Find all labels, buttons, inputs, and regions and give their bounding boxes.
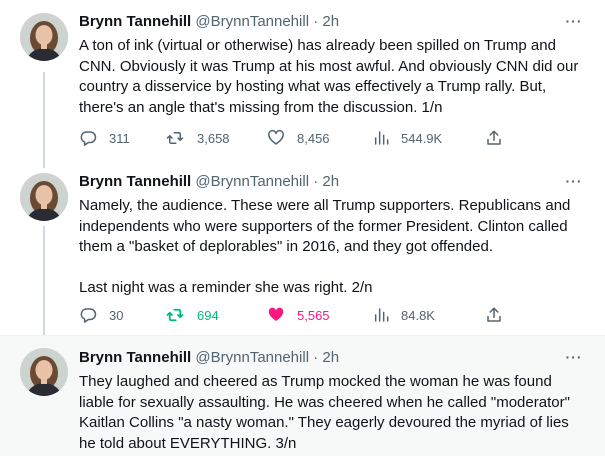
tweet-actions: 311 3,658 8,456 544.9K <box>79 128 519 148</box>
reply-button[interactable]: 311 <box>79 128 130 148</box>
views-chart-icon <box>374 131 389 145</box>
tweet-text: Namely, the audience. These were all Tru… <box>79 197 571 296</box>
tweet-text: They laughed and cheered as Trump mocked… <box>79 373 575 452</box>
tweet-2[interactable]: Brynn Tannehill @BrynnTannehill · 2h ···… <box>0 165 605 336</box>
avatar[interactable] <box>20 348 68 396</box>
separator-dot: · <box>313 173 319 190</box>
share-icon <box>487 307 501 322</box>
share-button[interactable] <box>485 128 503 148</box>
retweet-count: 3,658 <box>197 130 230 146</box>
tweet-text: A ton of ink (virtual or otherwise) has … <box>79 37 583 116</box>
views-button[interactable]: 84.8K <box>373 305 435 325</box>
author-name[interactable]: Brynn Tannehill <box>79 349 191 366</box>
like-count: 5,565 <box>297 307 330 323</box>
retweet-count: 694 <box>197 307 219 323</box>
retweet-button[interactable]: 3,658 <box>165 128 230 148</box>
tweet-3[interactable]: Brynn Tannehill @BrynnTannehill · 2h ···… <box>0 336 605 456</box>
reply-count: 30 <box>109 307 124 323</box>
more-options-icon[interactable]: ··· <box>565 350 583 370</box>
author-name[interactable]: Brynn Tannehill <box>79 173 191 190</box>
timestamp[interactable]: 2h <box>322 349 339 366</box>
view-count: 84.8K <box>401 307 435 323</box>
reply-count: 311 <box>109 130 130 146</box>
author-handle[interactable]: @BrynnTannehill <box>195 13 309 30</box>
heart-icon <box>268 129 284 145</box>
tweet-actions: 30 694 5,565 84.8K <box>79 305 519 325</box>
timestamp[interactable]: 2h <box>322 173 339 190</box>
separator-dot: · <box>313 13 319 30</box>
tweet-1[interactable]: Brynn Tannehill @BrynnTannehill · 2h ···… <box>0 0 605 165</box>
timestamp[interactable]: 2h <box>322 13 339 30</box>
like-button[interactable]: 5,565 <box>267 305 330 325</box>
tweet-header: Brynn Tannehill @BrynnTannehill · 2h <box>79 348 585 368</box>
author-handle[interactable]: @BrynnTannehill <box>195 173 309 190</box>
like-count: 8,456 <box>297 130 330 146</box>
author-handle[interactable]: @BrynnTannehill <box>195 349 309 366</box>
more-options-icon[interactable]: ··· <box>565 174 583 194</box>
author-name[interactable]: Brynn Tannehill <box>79 13 191 30</box>
separator-dot: · <box>313 349 319 366</box>
tweet-header: Brynn Tannehill @BrynnTannehill · 2h <box>79 172 585 192</box>
share-icon <box>487 130 501 145</box>
like-button[interactable]: 8,456 <box>267 128 330 148</box>
avatar[interactable] <box>20 13 68 61</box>
avatar[interactable] <box>20 173 68 221</box>
retweet-button[interactable]: 694 <box>165 305 219 325</box>
view-count: 544.9K <box>401 130 443 146</box>
tweet-header: Brynn Tannehill @BrynnTannehill · 2h <box>79 12 585 32</box>
reply-icon <box>80 131 97 146</box>
retweet-icon <box>166 132 184 144</box>
reply-button[interactable]: 30 <box>79 305 123 325</box>
views-chart-icon <box>374 308 389 322</box>
retweet-icon <box>166 308 184 322</box>
reply-icon <box>80 308 97 323</box>
share-button[interactable] <box>485 305 503 325</box>
more-options-icon[interactable]: ··· <box>565 14 583 34</box>
heart-filled-icon <box>268 307 284 321</box>
views-button[interactable]: 544.9K <box>373 128 442 148</box>
